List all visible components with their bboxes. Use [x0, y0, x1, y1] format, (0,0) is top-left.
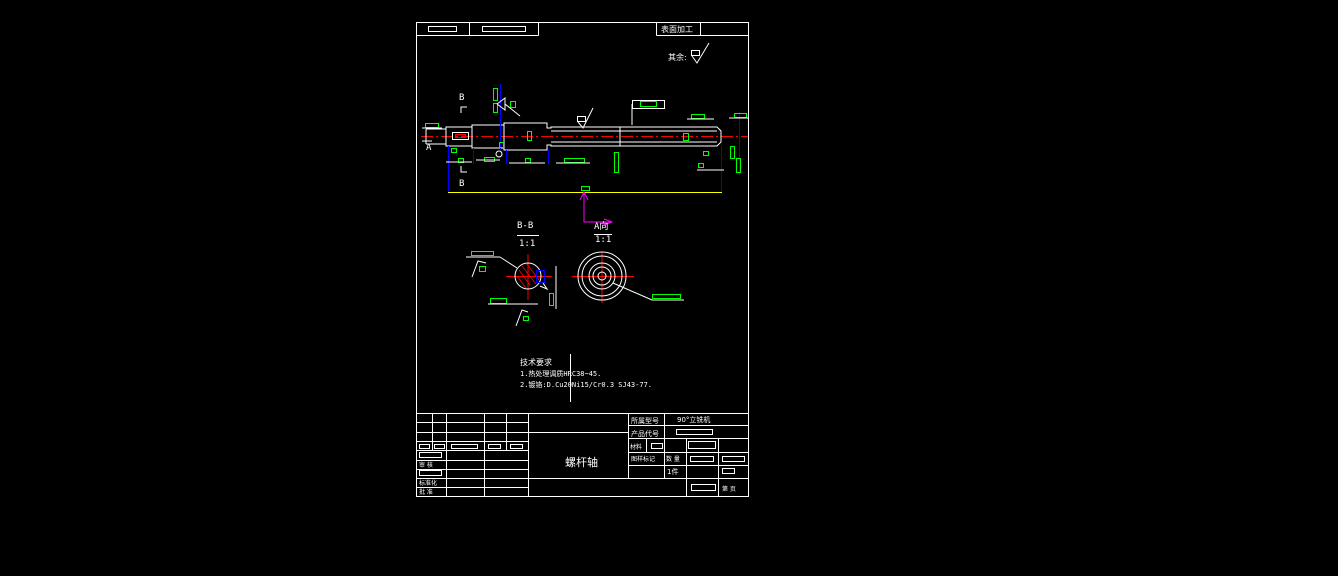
model-label: 所属型号 [631, 416, 659, 425]
section-b-top-label: B [459, 93, 464, 103]
view-a-arrow [579, 190, 614, 226]
surface-rest-label: 其余: [668, 52, 687, 62]
standardization-label: 标准化 [419, 479, 437, 487]
title-block [416, 413, 749, 497]
view-a-label: A [426, 143, 432, 153]
surface-finish-label: 表面加工 [661, 24, 693, 34]
section-bb-view [466, 251, 557, 327]
part-name: 螺杆轴 [565, 455, 598, 469]
model-value: 90°立铣机 [677, 415, 710, 424]
quantity-label: 数 量 [666, 455, 680, 463]
product-code-label: 产品代号 [631, 429, 659, 438]
roughness-icon [691, 42, 710, 64]
review-label: 审 核 [419, 461, 433, 469]
tech-notes-line-2: 2.镀铬:D.Cu20Ni15/Cr0.3 SJ43-77. [520, 380, 652, 389]
view-a-scale: 1:1 [595, 235, 611, 245]
section-b-bottom-label: B [459, 179, 464, 189]
view-a-title: A向 [594, 220, 608, 232]
tech-notes-heading: 技术要求 [520, 357, 552, 367]
pieces-value: 1件 [667, 467, 678, 476]
section-bb-title: B-B [517, 221, 533, 231]
top-strip [416, 22, 749, 36]
drawing-mark-label: 图样标记 [631, 455, 655, 463]
section-bb-scale: 1:1 [519, 239, 535, 249]
sheet-label: 第 页 [722, 485, 736, 493]
shaft-main-view [421, 84, 748, 193]
view-a-circle-view [572, 251, 684, 303]
approval-label: 批 准 [419, 488, 433, 496]
material-label: 材料 [630, 443, 642, 451]
tech-notes-line-1: 1.热处理调质HRC38~45. [520, 369, 601, 378]
drawing-canvas: 表面加工 其余: B B A B-B 1:1 A向 1:1 技术要求 1.热处理… [416, 22, 749, 497]
